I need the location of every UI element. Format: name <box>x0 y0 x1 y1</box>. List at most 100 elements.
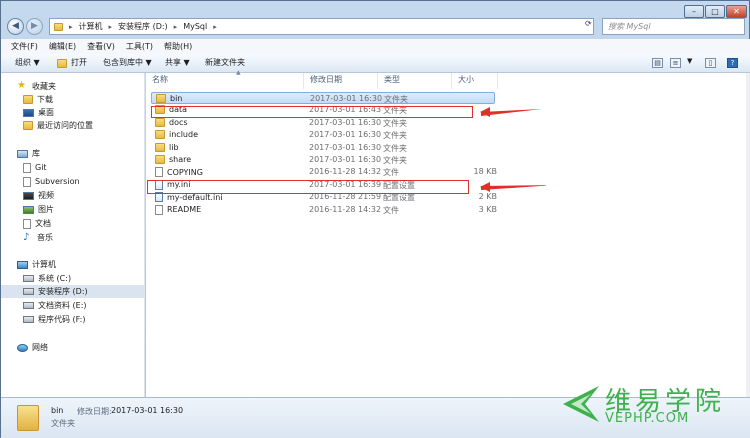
nav-drive-c[interactable]: 系统 (C:) <box>23 272 71 285</box>
nav-subversion[interactable]: Subversion <box>23 175 80 188</box>
file-type: 文件夹 <box>383 156 407 165</box>
file-name-label: share <box>169 155 192 164</box>
file-row-copying[interactable]: COPYING 2016-11-28 14:32 文件 18 KB <box>151 166 497 178</box>
file-date: 2016-11-28 14:32 <box>309 167 382 177</box>
search-input[interactable]: 搜索 MySql <box>602 18 745 35</box>
nav-favorites[interactable]: ★ 收藏夹 <box>17 80 56 93</box>
new-folder-button[interactable]: 新建文件夹 <box>205 57 245 68</box>
minimize-button[interactable]: – <box>684 5 704 18</box>
nav-music-label: 音乐 <box>37 233 53 242</box>
file-name-label: COPYING <box>167 167 203 177</box>
organize-button[interactable]: 组织 ▼ <box>15 57 40 68</box>
file-name-label: docs <box>169 117 188 127</box>
file-row-lib[interactable]: lib 2017-03-01 16:30 文件夹 <box>151 142 496 154</box>
file-type: 文件夹 <box>384 95 408 104</box>
folder-icon <box>156 94 166 103</box>
breadcrumb-mysql[interactable]: MySql <box>183 22 207 31</box>
nav-music[interactable]: ♪ 音乐 <box>23 231 53 244</box>
folder-icon <box>155 130 165 140</box>
watermark-logo <box>563 386 599 422</box>
chevron-right-icon: ▸ <box>108 22 113 31</box>
file-row-readme[interactable]: README 2016-11-28 14:32 文件 3 KB <box>151 204 497 216</box>
nav-subversion-label: Subversion <box>35 177 80 186</box>
file-type: 文件 <box>383 205 399 215</box>
open-button[interactable]: 打开 <box>71 57 87 68</box>
highlight-box-myini <box>147 180 469 194</box>
file-row-bin[interactable]: bin 2017-03-01 16:30 文件夹 <box>151 92 495 104</box>
column-header-size[interactable]: 大小 <box>452 73 498 89</box>
nav-git[interactable]: Git <box>23 161 47 174</box>
share-button[interactable]: 共享 ▼ <box>165 57 190 68</box>
column-header-name[interactable]: 名称 <box>146 73 304 89</box>
arrow-head-icon <box>480 182 490 192</box>
nav-videos[interactable]: 视频 <box>23 189 54 202</box>
desktop-icon <box>23 108 34 117</box>
chevron-right-icon: ▸ <box>173 22 178 31</box>
watermark-url: VEPHP.COM <box>605 411 690 426</box>
nav-drive-e[interactable]: 文档资料 (E:) <box>23 299 87 312</box>
nav-documents-label: 文档 <box>35 219 51 228</box>
arrow-icon <box>481 185 546 190</box>
file-row-docs[interactable]: docs 2017-03-01 16:30 文件夹 <box>151 117 496 129</box>
nav-libraries-label: 库 <box>32 149 40 158</box>
refresh-icon[interactable]: ⟳ <box>585 19 593 33</box>
sort-arrow-icon: ▲ <box>236 69 241 76</box>
file-name-label: bin <box>170 94 183 103</box>
nav-recent-places[interactable]: 最近访问的位置 <box>23 119 93 132</box>
picture-icon <box>23 205 34 214</box>
nav-network[interactable]: 网络 <box>17 341 48 354</box>
view-options-icon[interactable]: ▤ <box>652 58 663 68</box>
title-bar: ◀ ▶ ▸ 计算机 ▸ 安装程序 (D:) ▸ MySql ▸ ⟳ 搜索 MyS… <box>1 1 750 39</box>
nav-drive-c-label: 系统 (C:) <box>38 274 72 283</box>
nav-documents[interactable]: 文档 <box>23 217 51 230</box>
menu-edit[interactable]: 编辑(E) <box>49 41 76 52</box>
nav-drive-d-label: 安装程序 (D:) <box>38 287 88 296</box>
folder-icon <box>155 142 165 152</box>
menu-view[interactable]: 查看(V) <box>87 41 115 52</box>
nav-git-label: Git <box>35 163 47 172</box>
annotation-arrows <box>480 107 546 192</box>
drive-icon <box>23 302 34 309</box>
forward-button[interactable]: ▶ <box>26 18 43 35</box>
nav-favorites-label: 收藏夹 <box>32 82 56 91</box>
preview-pane-icon[interactable]: ▯ <box>705 58 716 68</box>
back-button[interactable]: ◀ <box>7 18 24 35</box>
chevron-down-icon[interactable]: ▼ <box>687 57 692 65</box>
folder-icon <box>155 117 165 127</box>
menu-file[interactable]: 文件(F) <box>11 41 38 52</box>
nav-drive-d[interactable]: 安装程序 (D:) <box>1 285 144 298</box>
nav-drive-e-label: 文档资料 (E:) <box>38 301 87 310</box>
include-library-button[interactable]: 包含到库中 ▼ <box>103 57 152 68</box>
menu-help[interactable]: 帮助(H) <box>164 41 192 52</box>
file-row-include[interactable]: include 2017-03-01 16:30 文件夹 <box>151 129 496 141</box>
breadcrumb-drive-d[interactable]: 安装程序 (D:) <box>118 21 168 32</box>
help-icon[interactable]: ? <box>727 58 738 68</box>
maximize-button[interactable]: □ <box>705 5 725 18</box>
navigation-pane: ★ 收藏夹 下载 桌面 最近访问的位置 库 Git Subversion 视频 … <box>1 73 145 397</box>
column-header-type[interactable]: 类型 <box>378 73 452 89</box>
recent-places-icon <box>23 121 33 130</box>
file-name-label: README <box>167 205 202 215</box>
nav-downloads[interactable]: 下载 <box>23 93 53 106</box>
git-library-icon <box>23 162 31 173</box>
view-menu-icon[interactable]: ≡ <box>670 58 681 68</box>
menu-tools[interactable]: 工具(T) <box>126 41 153 52</box>
nav-recent-places-label: 最近访问的位置 <box>37 121 93 130</box>
nav-desktop[interactable]: 桌面 <box>23 106 54 119</box>
column-header-date[interactable]: 修改日期 <box>304 73 378 89</box>
file-row-share[interactable]: share 2017-03-01 16:30 文件夹 <box>151 154 496 166</box>
chevron-right-icon: ▸ <box>69 22 73 31</box>
address-bar[interactable]: ▸ 计算机 ▸ 安装程序 (D:) ▸ MySql ▸ <box>49 18 594 35</box>
nav-pictures[interactable]: 图片 <box>23 203 54 216</box>
library-icon <box>17 149 28 158</box>
file-type: 文件夹 <box>383 118 407 128</box>
file-icon <box>155 167 163 178</box>
nav-pictures-label: 图片 <box>38 205 54 214</box>
nav-libraries[interactable]: 库 <box>17 147 40 160</box>
nav-drive-f[interactable]: 程序代码 (F:) <box>23 313 85 326</box>
drive-icon <box>23 316 34 323</box>
folder-icon <box>17 405 39 431</box>
close-button[interactable]: ✕ <box>726 5 747 18</box>
breadcrumb-computer[interactable]: 计算机 <box>79 21 103 32</box>
nav-computer[interactable]: 计算机 <box>17 258 56 271</box>
